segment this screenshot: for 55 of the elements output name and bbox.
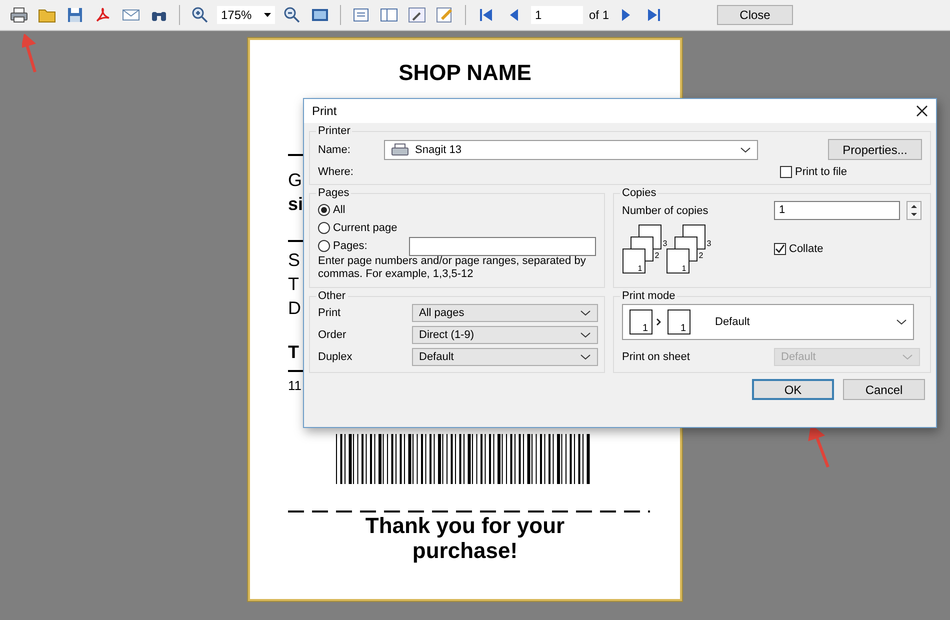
printer-dropdown[interactable]: Snagit 13: [384, 140, 758, 160]
dialog-title: Print: [312, 104, 337, 118]
cancel-button[interactable]: Cancel: [843, 379, 925, 400]
thank-you-message: Thank you for your purchase!: [364, 513, 566, 563]
radio-button[interactable]: Pages:: [318, 240, 404, 252]
close-icon[interactable]: [916, 105, 928, 117]
receipt-text: 11: [288, 377, 302, 395]
copies-label: Number of copies: [622, 204, 710, 216]
page-count: of 1: [589, 8, 610, 22]
receipt-text: S: [288, 249, 300, 272]
caret-icon: [740, 146, 751, 152]
arrow-icon: [808, 425, 832, 469]
name-label: Name:: [318, 144, 352, 156]
option-dropdown[interactable]: Default: [412, 348, 598, 366]
printer-icon: [391, 142, 409, 156]
print-to-file-checkbox[interactable]: Print to file: [780, 166, 847, 178]
caret-icon: [580, 310, 591, 316]
group-label: Pages: [317, 187, 350, 199]
collate-checkbox[interactable]: Collate: [774, 243, 824, 255]
ok-button[interactable]: OK: [752, 379, 834, 400]
receipt-text: T: [288, 273, 299, 296]
spin-arrows-icon[interactable]: [906, 201, 922, 220]
group-label: Printer: [317, 125, 352, 137]
print-mode-dropdown[interactable]: 1 1 Default: [622, 304, 914, 340]
option-label: Duplex: [318, 351, 354, 363]
zoom-dropdown[interactable]: 175%: [217, 6, 275, 24]
receipt-text: si: [288, 193, 304, 216]
copies-field[interactable]: 1: [774, 201, 900, 220]
group-label: Copies: [621, 187, 658, 199]
page-range-field[interactable]: [409, 236, 596, 256]
checkmark-icon: [775, 244, 785, 254]
where-label: Where:: [318, 166, 354, 178]
shop-name: SHOP NAME: [398, 60, 532, 86]
option-dropdown[interactable]: All pages: [412, 304, 598, 322]
arrow-icon: [22, 34, 38, 74]
properties-button[interactable]: Properties...: [828, 139, 922, 160]
receipt-text: G: [288, 169, 302, 192]
sheet-label: Print on sheet: [622, 351, 691, 363]
page-range-hint: Enter page numbers and/or page ranges, separated by commas. For example, 1,3,5-12: [318, 255, 587, 281]
option-dropdown[interactable]: Direct (1-9): [412, 326, 598, 344]
page-number-field[interactable]: 1: [531, 6, 583, 24]
group-label: Print mode: [621, 290, 676, 302]
caret-icon: [580, 332, 591, 338]
caret-icon: [902, 354, 913, 360]
option-label: Print: [318, 307, 342, 319]
close-button[interactable]: Close: [717, 5, 794, 25]
group-label: Other: [317, 290, 347, 302]
caret-icon: [580, 354, 591, 360]
receipt-text: T: [288, 341, 299, 364]
caret-icon: [896, 319, 907, 325]
radio-button[interactable]: Current page: [318, 222, 404, 234]
dropdown-arrow-icon: [264, 13, 271, 17]
receipt-text: D: [288, 297, 301, 320]
radio-button[interactable]: All: [318, 204, 404, 216]
option-label: Order: [318, 329, 348, 341]
